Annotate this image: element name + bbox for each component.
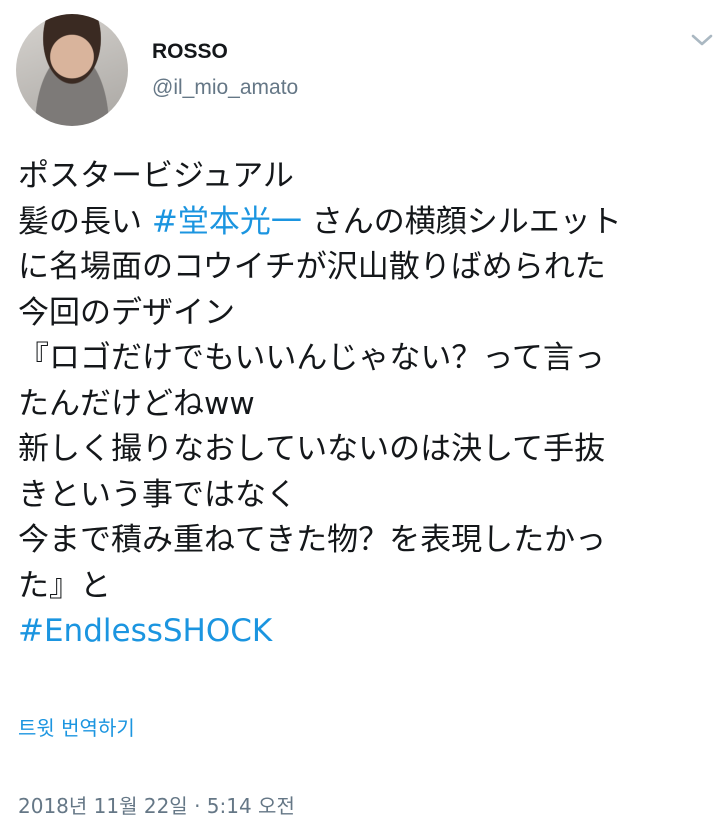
tweet-line: 髪の長い #堂本光一 さんの横顔シルエット	[18, 200, 708, 246]
tweet-text: ポスタービジュアル 髪の長い #堂本光一 さんの横顔シルエット に名場面のコウイ…	[18, 154, 708, 655]
user-handle[interactable]: @il_mio_amato	[152, 76, 298, 100]
translate-tweet-link[interactable]: 트윗 번역하기	[18, 712, 135, 741]
tweet-line: に名場面のコウイチが沢山散りばめられた	[18, 249, 606, 285]
tweet-line: 今回のデザイン	[18, 294, 235, 331]
tweet-line: 今まで積み重ねてきた物？を表現したかっ	[18, 522, 607, 558]
tweet-line: きという事ではなく	[18, 476, 297, 513]
tweet-line: た』と	[18, 567, 111, 604]
hashtag-link[interactable]: #堂本光一	[152, 204, 302, 240]
chevron-down-icon[interactable]	[690, 30, 714, 50]
display-name[interactable]: ROSSO	[152, 40, 228, 64]
tweet-line: たんだけどねww	[18, 385, 255, 422]
avatar[interactable]	[16, 14, 128, 126]
hashtag-link[interactable]: #EndlessSHOCK	[18, 609, 708, 655]
tweet-line: 『ロゴだけでもいいんじゃない？って言っ	[18, 340, 605, 376]
tweet-text-fragment: さんの横顔シルエット	[301, 203, 622, 240]
tweet-timestamp[interactable]: 2018년 11월 22일 · 5:14 오전	[18, 790, 295, 819]
tweet-text-fragment: 髪の長い	[18, 203, 152, 240]
tweet-line: 新しく撮りなおしていないのは決して手抜	[18, 431, 606, 467]
tweet-line: ポスタービジュアル	[18, 158, 294, 194]
